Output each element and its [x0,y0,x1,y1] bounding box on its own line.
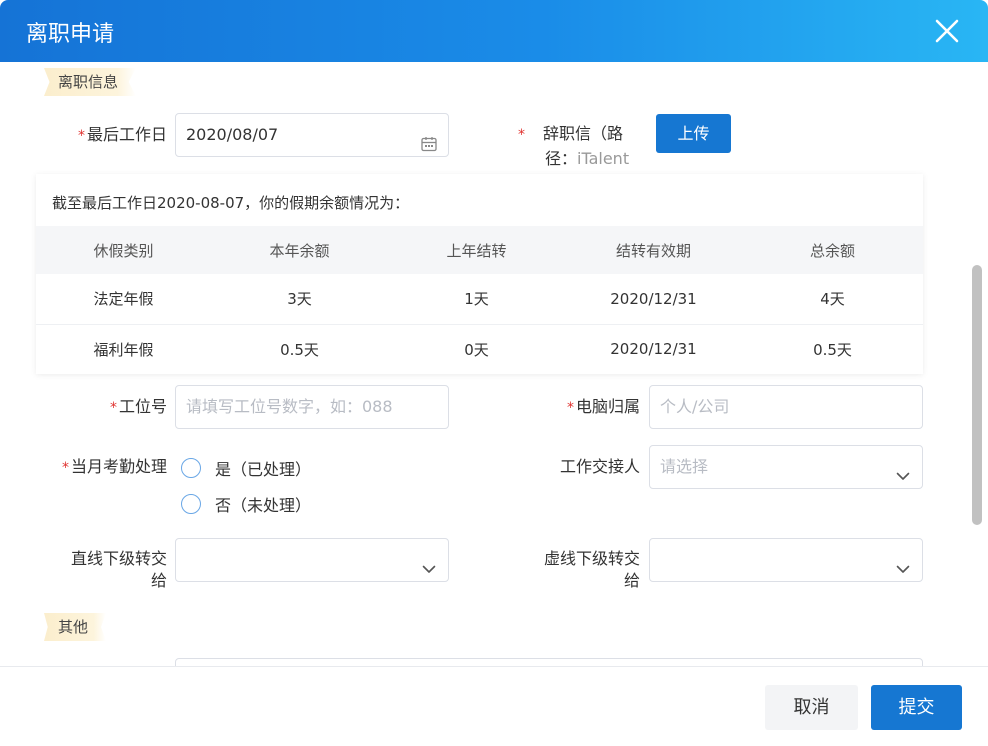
table-cell: 法定年假 [36,274,211,325]
direct-subordinates-select[interactable] [175,538,449,582]
table-cell: 0天 [464,340,489,359]
col-header: 总余额 [742,226,923,274]
scrollbar-thumb[interactable] [972,265,982,525]
last-work-day-value: 2020/08/07 [186,125,279,144]
section-tag-resign-info: 离职信息 [44,68,137,96]
table-row: 法定年假 3天 1天 2020/12/31 4天 [36,274,923,325]
chevron-down-icon[interactable] [894,552,912,573]
resignation-letter-label: * 辞职信（路 径：iTalent [518,124,630,168]
radio-circle[interactable] [181,458,201,478]
close-icon[interactable] [934,18,960,44]
dialog-body[interactable]: 离职信息 * 最后工作日 2020/08/07 * 辞职信（路 径：iTalent … [0,62,988,666]
required-mark: * [77,128,85,144]
table-cell: 2020/12/31 [565,274,742,325]
handover-person-select[interactable]: 请选择 [649,445,923,489]
computer-owner-label: * 电脑归属 [566,397,640,416]
leave-balance-table: 休假类别 本年余额 上年结转 结转有效期 总余额 法定年假 3天 1天 2020… [36,226,923,374]
cancel-button[interactable]: 取消 [765,685,858,730]
dialog-footer: 取消 提交 [0,666,988,746]
station-no-input[interactable]: 请填写工位号数字，如：088 [175,385,449,429]
table-cell: 3天 [211,274,388,325]
submit-button[interactable]: 提交 [871,685,962,730]
table-cell: 1天 [388,274,565,325]
section-tag-other: 其他 [44,613,107,641]
handover-person-label: 工作交接人 [559,457,640,476]
table-cell: 4天 [742,274,923,325]
last-work-day-input[interactable]: 2020/08/07 [175,113,449,157]
computer-owner-placeholder: 个人/公司 [660,397,730,416]
dialog-header: 离职申请 [0,0,988,62]
station-no-label: * 工位号 [109,397,167,416]
leave-balance-intro: 截至最后工作日2020-08-07，你的假期余额情况为： [52,194,410,212]
remark-textarea[interactable] [175,658,923,666]
table-cell: 0.5天 [813,340,852,359]
handover-person-placeholder: 请选择 [660,457,709,476]
table-header-row: 休假类别 本年余额 上年结转 结转有效期 总余额 [36,226,923,274]
direct-subordinates-label: 直线下级转交 给 [70,549,167,590]
radio-circle[interactable] [181,494,201,514]
col-header: 上年结转 [388,226,565,274]
col-header: 结转有效期 [565,226,742,274]
attendance-label: * 当月考勤处理 [61,457,167,476]
computer-owner-input[interactable]: 个人/公司 [649,385,923,429]
table-cell: 0.5天 [280,340,319,359]
col-header: 休假类别 [36,226,211,274]
table-cell: 福利年假 [93,340,154,359]
table-cell: 2020/12/31 [610,340,697,359]
station-no-placeholder: 请填写工位号数字，如：088 [186,397,393,416]
chevron-down-icon[interactable] [420,552,438,573]
leave-balance-card: 截至最后工作日2020-08-07，你的假期余额情况为： 休假类别 本年余额 上… [36,174,923,374]
upload-button[interactable]: 上传 [656,114,731,153]
attendance-radio-no[interactable]: 否（未处理） [181,492,311,516]
attendance-radio-yes[interactable]: 是（已处理） [181,456,311,480]
dotted-subordinates-select[interactable] [649,538,923,582]
col-header: 本年余额 [211,226,388,274]
chevron-down-icon[interactable] [894,459,912,480]
calendar-icon[interactable] [420,127,438,152]
dialog-title: 离职申请 [26,22,115,47]
table-row: 福利年假 0.5天 0天 2020/12/31 0.5天 [36,324,923,374]
last-work-day-label: * 最后工作日 [77,125,167,144]
dotted-subordinates-label: 虚线下级转交 给 [543,549,640,590]
